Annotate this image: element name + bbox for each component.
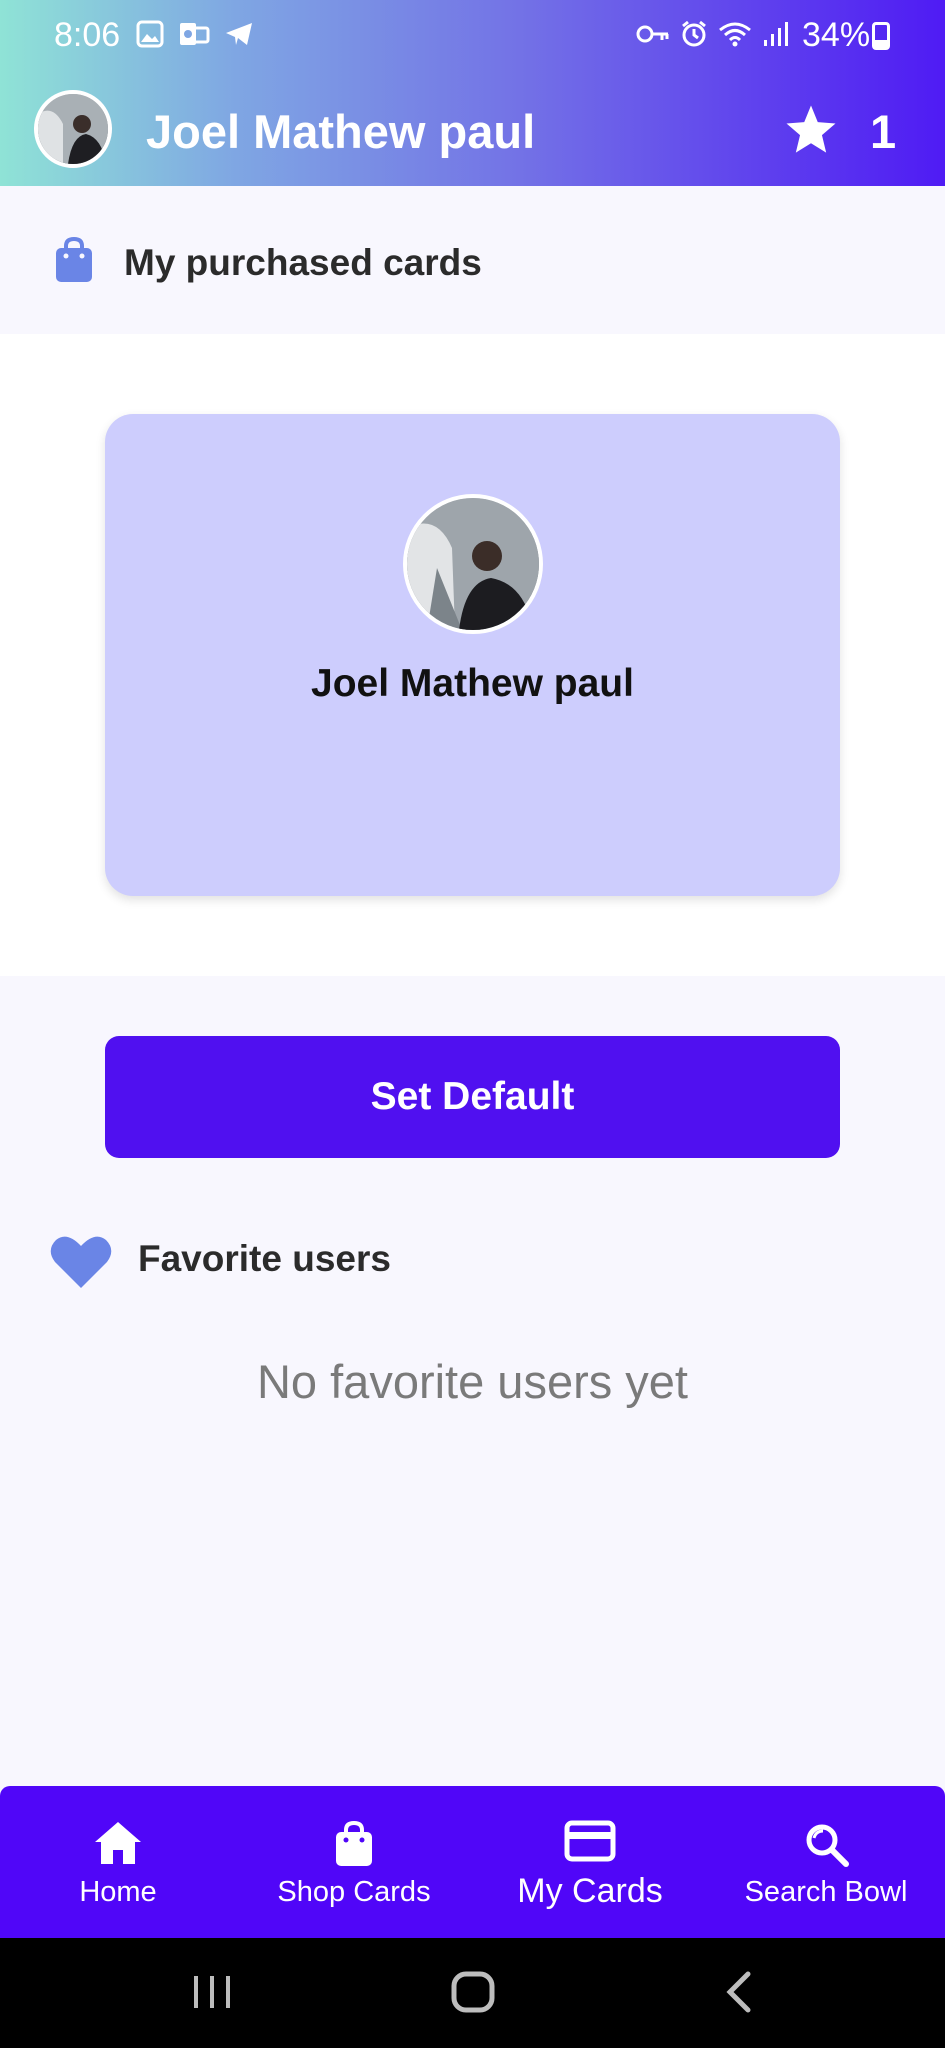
nav-search-bowl[interactable]: Search Bowl — [708, 1786, 944, 1938]
status-time: 8:06 — [54, 16, 121, 54]
nav-my-cards[interactable]: My Cards — [472, 1786, 708, 1938]
shopping-bag-icon — [56, 236, 92, 282]
profile-card[interactable]: Joel Mathew paul — [105, 414, 840, 896]
status-bar: 8:06 34% — [0, 0, 945, 72]
set-default-button[interactable]: Set Default — [105, 1036, 840, 1158]
header-avatar[interactable] — [34, 90, 112, 168]
avatar-photo — [407, 498, 539, 630]
credit-card-icon — [564, 1820, 616, 1862]
nav-shop-cards-label: Shop Cards — [277, 1876, 431, 1908]
nav-home-label: Home — [79, 1876, 157, 1908]
bottom-navigation: Home Shop Cards My Cards Search Bowl — [0, 1786, 945, 1938]
home-button-icon[interactable] — [450, 1970, 496, 2014]
purchased-cards-section: My purchased cards — [0, 186, 945, 334]
wifi-icon — [719, 22, 751, 47]
back-icon[interactable] — [724, 1970, 754, 2014]
outlook-icon — [180, 23, 210, 45]
nav-home[interactable]: Home — [0, 1786, 236, 1938]
purchased-cards-title: My purchased cards — [124, 242, 482, 283]
status-system-icons — [636, 20, 790, 48]
alarm-icon — [682, 20, 706, 47]
card-carousel: Joel Mathew paul — [0, 334, 945, 976]
avatar-photo — [38, 94, 108, 164]
card-user-name: Joel Mathew paul — [311, 662, 634, 705]
signal-icon — [764, 22, 788, 46]
header-user-name: Joel Mathew paul — [146, 105, 536, 158]
recent-apps-icon[interactable] — [190, 1972, 234, 2012]
empty-favorites-message: No favorite users yet — [256, 1355, 688, 1408]
star-count: 1 — [870, 105, 897, 158]
status-notification-icons — [136, 20, 254, 48]
nav-shop-cards[interactable]: Shop Cards — [236, 1786, 472, 1938]
app-header: 8:06 34% Joel Mathew paul 1 — [0, 0, 945, 186]
star-icon[interactable] — [782, 102, 840, 158]
nav-my-cards-label: My Cards — [517, 1872, 663, 1910]
shopping-bag-icon — [336, 1820, 372, 1866]
gallery-icon — [136, 20, 164, 48]
heart-icon — [50, 1236, 112, 1288]
card-avatar — [403, 494, 543, 634]
home-icon — [95, 1822, 141, 1864]
battery-icon — [872, 22, 890, 50]
search-icon — [806, 1824, 849, 1867]
telegram-icon — [226, 23, 252, 45]
vpn-key-icon — [636, 25, 669, 43]
system-navigation-bar — [0, 1938, 945, 2048]
battery-percentage: 34% — [802, 16, 871, 54]
favorite-users-title: Favorite users — [138, 1238, 391, 1279]
nav-search-bowl-label: Search Bowl — [744, 1876, 908, 1908]
